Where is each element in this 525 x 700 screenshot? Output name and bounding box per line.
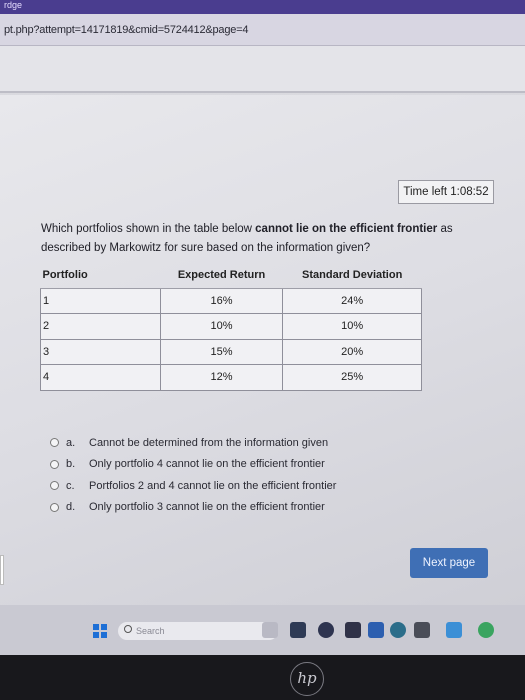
cell-expected-return: 12% xyxy=(159,364,284,391)
page-header-band xyxy=(0,46,525,93)
option-letter: b. xyxy=(66,458,76,471)
option-text[interactable]: Cannot be determined from the informatio… xyxy=(89,437,328,449)
cell-portfolio: 1 xyxy=(40,287,161,314)
table-row: 3 15% 20% xyxy=(40,338,422,365)
cell-expected-return: 10% xyxy=(159,313,284,340)
option-letter: a. xyxy=(66,436,76,449)
cell-expected-return: 16% xyxy=(159,287,284,314)
next-page-button[interactable]: Next page xyxy=(410,548,488,578)
option-b[interactable]: b. Only portfolio 4 cannot lie on the ef… xyxy=(50,454,450,476)
timer-badge: Time left 1:08:52 xyxy=(398,180,494,204)
cell-expected-return: 15% xyxy=(159,338,284,365)
tab-title-fragment[interactable]: rdge xyxy=(4,0,22,10)
table-row: 2 10% 10% xyxy=(40,313,422,340)
widgets-icon[interactable] xyxy=(262,622,278,638)
windows-icon[interactable] xyxy=(93,624,107,638)
laptop-bezel xyxy=(0,655,525,700)
address-bar[interactable]: pt.php?attempt=14171819&cmid=5724412&pag… xyxy=(0,14,525,46)
cell-standard-deviation: 25% xyxy=(282,364,422,391)
cell-portfolio: 2 xyxy=(40,313,161,340)
radio-button[interactable] xyxy=(50,438,59,448)
question-text-emphasis: cannot lie on the efficient frontier xyxy=(255,223,438,235)
url-text[interactable]: pt.php?attempt=14171819&cmid=5724412&pag… xyxy=(4,24,249,36)
option-a[interactable]: a. Cannot be determined from the informa… xyxy=(50,432,450,454)
radio-button[interactable] xyxy=(50,481,59,491)
chrome-icon[interactable] xyxy=(478,622,494,638)
question-text-pre: Which portfolios shown in the table belo… xyxy=(41,223,256,235)
header-expected-return: Expected Return xyxy=(160,262,283,289)
option-c[interactable]: c. Portfolios 2 and 4 cannot lie on the … xyxy=(50,475,450,497)
screen: rdge pt.php?attempt=14171819&cmid=572441… xyxy=(0,0,525,655)
file-explorer-icon[interactable] xyxy=(290,622,306,638)
cell-standard-deviation: 10% xyxy=(282,313,422,340)
cell-portfolio: 3 xyxy=(40,338,161,365)
portfolio-table: Portfolio Expected Return Standard Devia… xyxy=(40,262,422,391)
hp-logo: hp xyxy=(290,662,324,696)
table-header-row: Portfolio Expected Return Standard Devia… xyxy=(40,262,422,289)
table-row: 4 12% 25% xyxy=(40,364,422,391)
header-standard-deviation: Standard Deviation xyxy=(282,262,422,289)
left-panel-edge xyxy=(0,555,4,585)
browser-tab-bar: rdge xyxy=(0,0,525,14)
taskbar-search[interactable]: Search xyxy=(118,622,278,640)
question-text: Which portfolios shown in the table belo… xyxy=(41,220,481,258)
option-text[interactable]: Only portfolio 3 cannot lie on the effic… xyxy=(89,501,325,513)
photos-icon[interactable] xyxy=(446,622,462,638)
mail-icon[interactable] xyxy=(368,622,384,638)
cell-portfolio: 4 xyxy=(40,364,161,391)
answer-options: a. Cannot be determined from the informa… xyxy=(50,432,450,518)
radio-button[interactable] xyxy=(50,459,59,469)
radio-button[interactable] xyxy=(50,502,59,512)
table-row: 1 16% 24% xyxy=(40,287,422,314)
option-text[interactable]: Only portfolio 4 cannot lie on the effic… xyxy=(89,458,325,470)
option-text[interactable]: Portfolios 2 and 4 cannot lie on the eff… xyxy=(89,480,336,492)
option-d[interactable]: d. Only portfolio 3 cannot lie on the ef… xyxy=(50,497,450,519)
option-letter: d. xyxy=(66,501,76,514)
office-icon[interactable] xyxy=(414,622,430,638)
cell-standard-deviation: 20% xyxy=(282,338,422,365)
search-icon xyxy=(124,625,132,633)
chat-icon[interactable] xyxy=(318,622,334,638)
option-letter: c. xyxy=(66,479,75,492)
header-portfolio: Portfolio xyxy=(40,262,161,289)
cell-standard-deviation: 24% xyxy=(282,287,422,314)
store-icon[interactable] xyxy=(345,622,361,638)
search-placeholder: Search xyxy=(136,626,165,636)
edge-icon[interactable] xyxy=(390,622,406,638)
